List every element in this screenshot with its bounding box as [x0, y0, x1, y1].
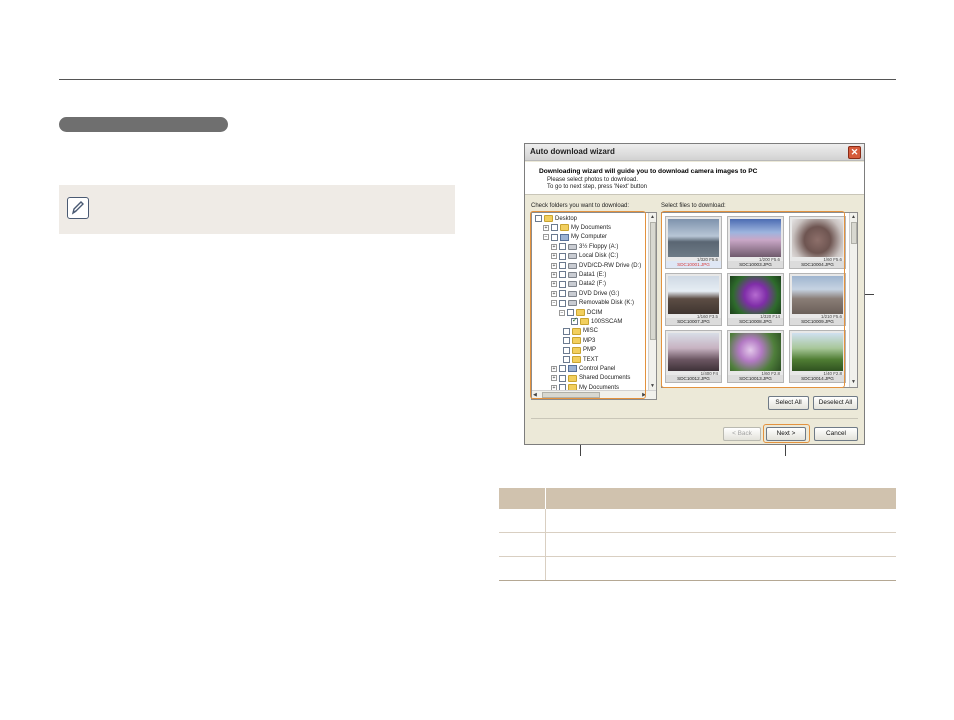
- top-rule: [59, 79, 896, 80]
- wizard-instruction-1: Please select photos to download.: [547, 177, 639, 183]
- scroll-up-arrow-icon[interactable]: ▲: [851, 214, 856, 221]
- files-highlight-frame: [661, 211, 845, 388]
- dialog-divider: [531, 418, 858, 419]
- close-button[interactable]: ✕: [848, 146, 861, 159]
- back-button[interactable]: < Back: [723, 427, 761, 441]
- wizard-heading: Downloading wizard will guide you to dow…: [539, 168, 758, 175]
- scroll-down-arrow-icon[interactable]: ▼: [650, 383, 655, 390]
- note-pencil-icon: [67, 197, 89, 219]
- table-cell: [499, 509, 546, 532]
- select-all-button[interactable]: Select All: [768, 396, 809, 410]
- scrollbar-thumb[interactable]: [650, 222, 656, 340]
- note-box: [59, 185, 455, 234]
- table-cell: [499, 533, 546, 556]
- scrollbar-thumb[interactable]: [851, 222, 857, 244]
- files-pane-label: Select files to download:: [661, 203, 726, 209]
- table-row: [499, 557, 896, 581]
- dialog-title: Auto download wizard: [530, 147, 615, 156]
- table-row: [499, 533, 896, 557]
- section-heading-pill: [59, 117, 228, 132]
- deselect-all-button[interactable]: Deselect All: [813, 396, 858, 410]
- scroll-down-arrow-icon[interactable]: ▼: [851, 379, 856, 386]
- tree-highlight-frame: [530, 211, 646, 399]
- table-header-cell: [499, 488, 546, 509]
- auto-download-dialog: Auto download wizard ✕ Downloading wizar…: [524, 143, 865, 445]
- dialog-titlebar: Auto download wizard ✕: [525, 144, 864, 161]
- tree-pane-label: Check folders you want to download:: [531, 203, 630, 209]
- close-icon: ✕: [850, 147, 859, 157]
- table-row: [499, 509, 896, 533]
- wizard-instruction-2: To go to next step, press 'Next' button: [547, 184, 648, 190]
- table-cell: [499, 557, 546, 580]
- wizard-header: Downloading wizard will guide you to dow…: [525, 162, 864, 195]
- cancel-button[interactable]: Cancel: [814, 427, 858, 441]
- scroll-up-arrow-icon[interactable]: ▲: [650, 214, 655, 221]
- tree-vertical-scrollbar[interactable]: ▲ ▼: [648, 213, 656, 391]
- next-highlight-frame: [763, 424, 810, 443]
- description-table: [499, 488, 896, 581]
- files-vertical-scrollbar[interactable]: ▲ ▼: [849, 213, 857, 387]
- table-header: [499, 488, 896, 509]
